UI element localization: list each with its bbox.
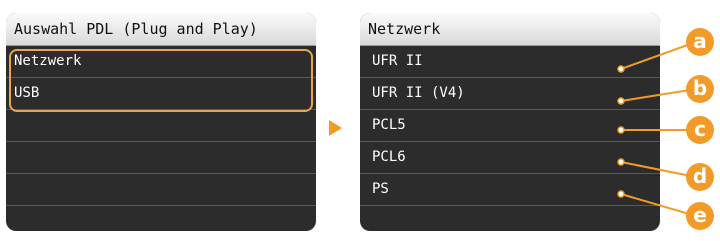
callout-badge-a: a [686, 28, 714, 56]
callout-lines [617, 41, 697, 217]
callout-badge-d: d [686, 163, 714, 191]
callout-badge-c: c [686, 116, 714, 144]
callout-badge-e: e [686, 202, 714, 230]
callout-badge-b: b [686, 75, 714, 103]
